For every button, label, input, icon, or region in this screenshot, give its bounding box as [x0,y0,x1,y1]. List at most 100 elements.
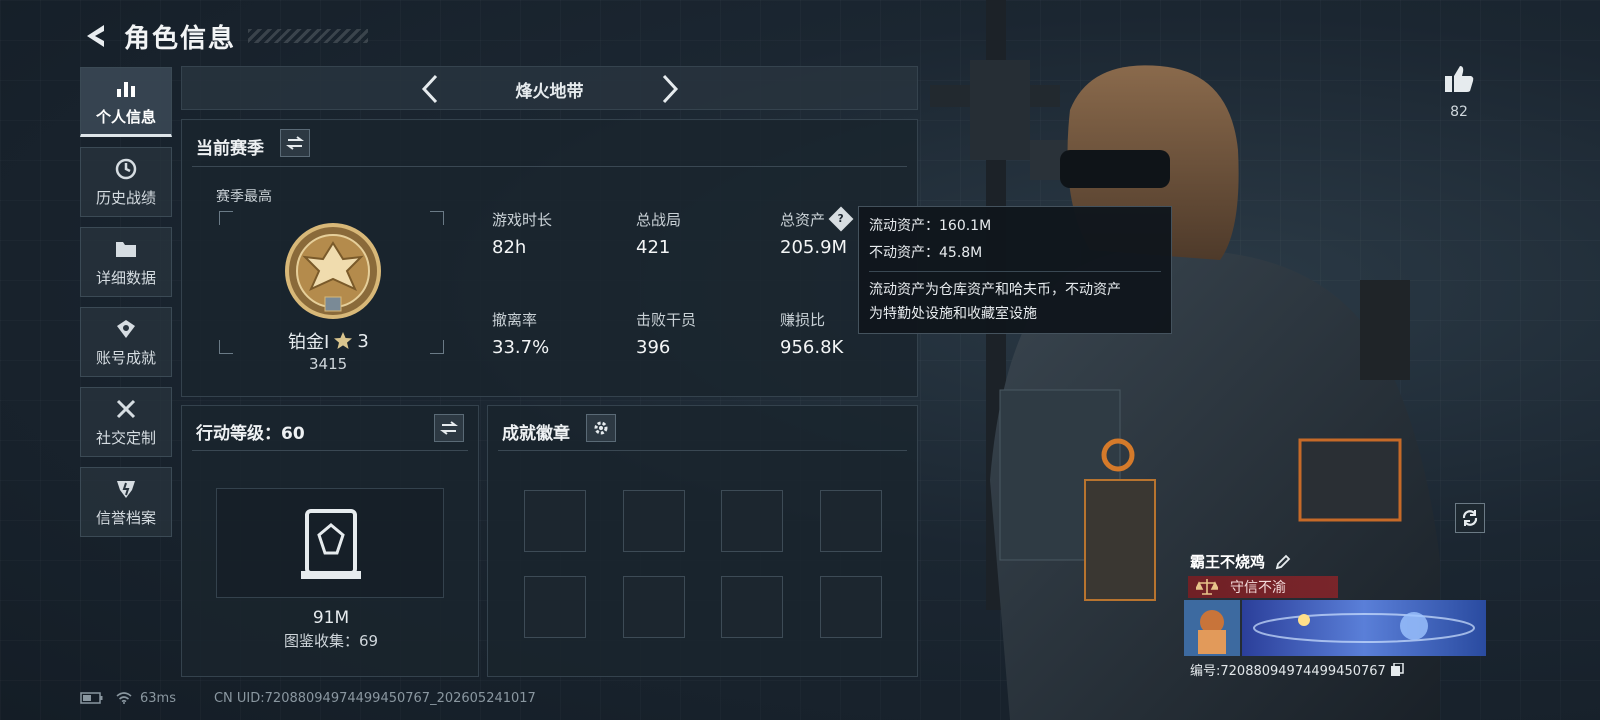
status-footer: 63ms CN UID:72088094974499450767_2026052… [80,689,536,707]
title-decoration [248,29,369,43]
badge-slot[interactable] [820,576,882,638]
collection-value: 91M [312,608,350,628]
swap-arrows-icon [286,136,304,150]
sidebar-item-label: 个人信息 [95,107,156,126]
stat-label-extract-rate: 撤离率 [492,311,538,329]
battery-icon [80,692,103,704]
refresh-icon [1462,510,1478,526]
divider [869,271,1161,272]
action-level-panel: 行动等级：60 91M 图鉴收集：69 [181,405,479,677]
badge-slot[interactable] [820,490,882,552]
folder-icon [114,237,138,261]
credit-shield-icon [114,477,138,501]
rank-name: 铂金I [288,332,330,353]
stat-label-profit-ratio: 赚损比 [780,311,826,329]
collection-cabinet-icon [301,509,361,579]
stat-label-total-assets: 总资产 [780,211,826,229]
like-button[interactable]: 82 [1436,64,1482,120]
assets-help-button[interactable]: ? [828,206,854,232]
ping-value: 63ms [140,690,176,706]
sidebar-item-label: 账号成就 [95,348,156,367]
gear-icon [594,421,608,435]
action-level-title: 行动等级：60 [196,424,305,444]
player-name: 霸王不烧鸡 [1190,553,1266,571]
refresh-button[interactable] [1455,503,1485,533]
stat-label-total-matches: 总战局 [636,211,682,229]
like-count: 82 [1450,104,1468,120]
badge-slot[interactable] [623,490,685,552]
sidebar-item-label: 历史战绩 [95,188,156,207]
sidebar-item-label: 信誉档案 [95,508,156,527]
question-mark-icon: ? [837,212,845,225]
collection-count: 图鉴收集：69 [283,632,379,650]
stat-value-profit-ratio: 956.8K [780,337,844,358]
sidebar-item-detailed-data[interactable]: 详细数据 [80,227,172,297]
header: 角色信息 [80,16,369,56]
tooltip-fixed-assets: 不动资产：45.8M [869,245,983,261]
sidebar-item-social-custom[interactable]: 社交定制 [80,387,172,457]
mode-title: 烽火地带 [515,82,584,102]
player-id-row: 编号:72088094974499450767 [1190,660,1404,679]
scales-icon [1196,579,1218,595]
sidebar-item-credit-record[interactable]: 信誉档案 [80,467,172,537]
rank-stars: 3 [357,330,369,352]
footer-uid: CN UID:72088094974499450767_202605241017 [213,690,536,706]
rank-score: 3415 [309,355,348,373]
tools-icon [114,397,138,421]
sidebar: 个人信息 历史战绩 详细数据 账号成就 社交定制 信誉档案 [80,67,172,547]
bar-chart-icon [114,76,138,100]
badges-panel: 成就徽章 [487,405,918,677]
copy-icon[interactable] [1390,662,1404,677]
back-arrow-icon [87,25,104,47]
stat-value-kills: 396 [636,337,671,358]
tooltip-desc-line2: 为特勤处设施和收藏室设施 [869,306,1037,322]
player-id: 编号:72088094974499450767 [1190,664,1386,679]
profile-banner[interactable] [1184,600,1486,656]
swap-arrows-icon [440,421,458,435]
divider [192,450,468,451]
stat-label-playtime: 游戏时长 [492,211,553,229]
badge-slot[interactable] [721,490,783,552]
sidebar-item-achievements[interactable]: 账号成就 [80,307,172,377]
badge-slot[interactable] [721,576,783,638]
honor-title-badge: 守信不渝 [1188,576,1338,598]
honor-title: 守信不渝 [1230,580,1286,596]
sidebar-item-history[interactable]: 历史战绩 [80,147,172,217]
thumbs-up-icon [1445,66,1474,92]
stat-value-playtime: 82h [492,237,527,258]
page-title: 角色信息 [124,23,237,54]
mode-next-button[interactable] [654,72,686,106]
clock-history-icon [114,157,138,181]
rank-name-row: 铂金I 3 [288,328,369,354]
sidebar-item-label: 社交定制 [95,428,156,447]
stat-value-total-assets: 205.9M [780,237,848,258]
star-icon [334,332,353,349]
assets-tooltip: 流动资产：160.1M 不动资产：45.8M 流动资产为仓库资产和哈夫币，不动资… [858,206,1172,334]
stat-value-total-matches: 421 [636,237,671,258]
stat-label-kills: 击败干员 [636,311,697,329]
player-name-row: 霸王不烧鸡 [1190,551,1291,572]
divider [498,450,907,451]
action-level-switch-button[interactable] [434,414,464,442]
badge-slot[interactable] [623,576,685,638]
achievement-icon [114,317,138,341]
rank-medal-icon [285,223,381,319]
profile-banner-art [1184,600,1486,656]
stat-value-extract-rate: 33.7% [492,337,550,358]
tooltip-liquid-assets: 流动资产：160.1M [869,218,992,234]
divider [192,166,907,167]
collection-showcase[interactable] [216,488,444,598]
sidebar-item-label: 详细数据 [95,268,156,287]
badges-settings-button[interactable] [586,414,616,442]
tooltip-desc-line1: 流动资产为仓库资产和哈夫币，不动资产 [869,282,1121,298]
mode-selector: 烽火地带 [181,66,918,110]
badges-title: 成就徽章 [502,424,570,444]
back-button[interactable] [80,19,110,53]
chevron-right-icon [662,74,679,104]
season-switch-button[interactable] [280,129,310,157]
sidebar-item-personal-info[interactable]: 个人信息 [80,67,172,137]
edit-pencil-icon[interactable] [1275,554,1291,570]
badge-slot[interactable] [524,576,586,638]
season-title: 当前赛季 [196,139,264,159]
badge-slot[interactable] [524,490,586,552]
